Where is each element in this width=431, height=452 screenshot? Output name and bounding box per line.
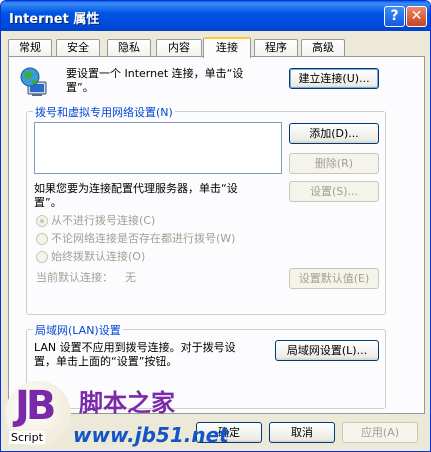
network-globe-icon — [20, 67, 47, 96]
watermark-site-name: 脚本之家 — [79, 389, 175, 417]
internet-properties-window: Internet 属性 ? ✕ 常规 安全 隐私 内容 连接 程序 高级 要设置… — [0, 0, 431, 452]
dialup-group-legend: 拨号和虚拟专用网络设置(N) — [33, 104, 175, 120]
watermark-logo-letters: JB — [15, 383, 56, 429]
lan-text-line2: 置，单击上面的“设置”按钮。 — [34, 355, 178, 368]
tab-general[interactable]: 常规 — [8, 39, 52, 57]
delete-connection-button[interactable]: 删除(R) — [289, 153, 379, 174]
radio-always-dial-default-label: 始终拨默认连接(O) — [51, 250, 146, 263]
add-connection-button[interactable]: 添加(D)... — [289, 123, 379, 144]
tab-content[interactable]: 内容 — [156, 39, 202, 57]
watermark-site-url: www.jb51.net — [73, 423, 229, 447]
lan-text-line1: LAN 设置不应用到拨号连接。对于拨号设 — [34, 341, 236, 354]
radio-dial-whenever-no-network[interactable] — [36, 233, 48, 245]
dialup-settings-button[interactable]: 设置(S)... — [289, 181, 379, 202]
proxy-text-line1: 如果您要为连接配置代理服务器，单击“设 — [34, 182, 238, 195]
close-button[interactable]: ✕ — [406, 6, 427, 27]
connections-panel: 要设置一个 Internet 连接，单击“设 置”。 建立连接(U)... 拨号… — [8, 56, 425, 414]
radio-never-dial[interactable] — [36, 215, 48, 227]
connections-listbox[interactable] — [34, 122, 282, 174]
tab-security[interactable]: 安全 — [56, 39, 100, 57]
tab-connections[interactable]: 连接 — [203, 37, 251, 58]
help-icon: ? — [390, 8, 399, 24]
apply-button[interactable]: 应用(A) — [342, 422, 418, 443]
tab-privacy[interactable]: 隐私 — [107, 39, 151, 57]
help-button[interactable]: ? — [384, 6, 405, 27]
current-default-value: 无 — [125, 271, 136, 284]
site-watermark: JB Script 脚本之家 www.jb51.net — [1, 379, 231, 451]
set-default-button[interactable]: 设置默认值(E) — [289, 268, 379, 289]
lan-group-legend: 局域网(LAN)设置 — [33, 322, 123, 338]
radio-always-dial-default[interactable] — [36, 251, 48, 263]
setup-text-line1: 要设置一个 Internet 连接，单击“设 — [66, 67, 244, 80]
setup-text-line2: 置”。 — [66, 81, 94, 94]
close-icon: ✕ — [410, 8, 423, 24]
window-title: Internet 属性 — [9, 12, 100, 27]
proxy-text-line2: 置”。 — [34, 196, 62, 209]
cancel-button[interactable]: 取消 — [269, 422, 335, 443]
tab-advanced[interactable]: 高级 — [301, 39, 345, 57]
title-bar[interactable]: Internet 属性 ? ✕ — [1, 1, 430, 31]
watermark-script-label: Script — [9, 431, 45, 444]
setup-connection-button[interactable]: 建立连接(U)... — [289, 68, 379, 89]
lan-settings-button[interactable]: 局域网设置(L)... — [275, 340, 379, 361]
tab-programs[interactable]: 程序 — [254, 39, 298, 57]
radio-dial-whenever-no-network-label: 不论网络连接是否存在都进行拨号(W) — [51, 232, 236, 245]
radio-never-dial-label: 从不进行拨号连接(C) — [51, 214, 156, 227]
current-default-label: 当前默认连接： — [36, 271, 113, 284]
